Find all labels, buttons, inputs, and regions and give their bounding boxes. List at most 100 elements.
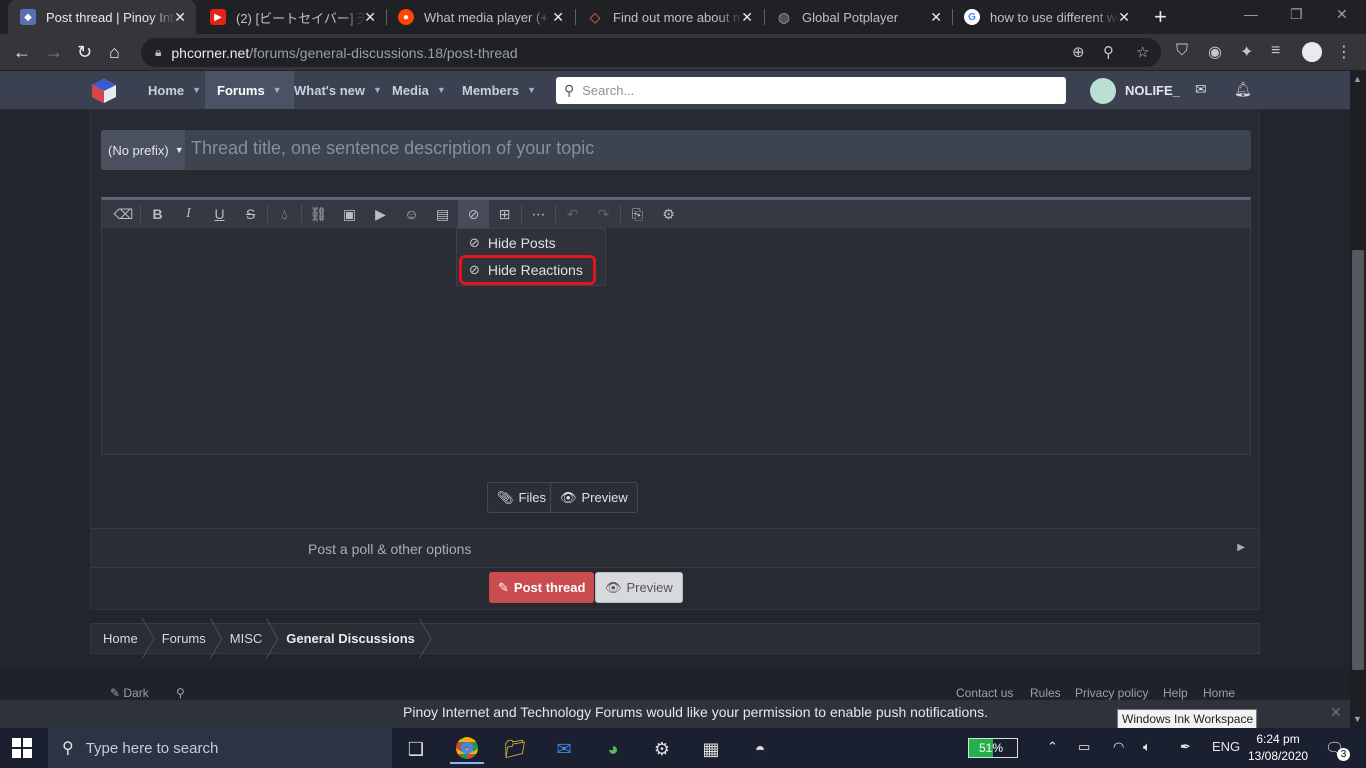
hide-eye-icon[interactable]: ⊘ [458, 200, 489, 228]
poll-options-row[interactable]: Post a poll & other options ▶ [91, 528, 1259, 568]
scroll-up-icon[interactable]: ▲ [1353, 74, 1362, 84]
redo-icon[interactable]: ↷ [588, 200, 619, 228]
close-window-icon[interactable]: ✕ [1336, 6, 1348, 23]
avatar[interactable] [1090, 78, 1116, 104]
editor-preview-button[interactable]: 👁︎ Preview [550, 482, 638, 513]
bold-icon[interactable]: B [142, 200, 173, 228]
phcorner-logo-icon[interactable] [90, 77, 118, 105]
settings-gear-icon[interactable]: ⚙ [645, 734, 679, 764]
language-indicator[interactable]: ENG [1212, 739, 1240, 754]
install-app-icon[interactable]: ⊕ [1072, 43, 1085, 61]
post-thread-button[interactable]: ✎ Post thread [489, 572, 595, 603]
new-tab-icon[interactable]: + [1154, 4, 1167, 30]
rich-text-editor[interactable]: ⌫ B I U S 💧︎ ⛓ ▣ ▶ ☺ ▤ ⊘ ⊞ ⋯ ↶ ↷ ⎘ ⚙ [101, 197, 1251, 455]
url-field[interactable]: 🔒︎ phcorner.net/forums/general-discussio… [141, 38, 1161, 67]
globe-app-icon[interactable]: ◕ [596, 734, 630, 764]
close-tab-icon[interactable]: ✕ [174, 9, 186, 26]
minimize-icon[interactable]: — [1244, 6, 1258, 22]
preview-button[interactable]: 👁︎ Preview [595, 572, 683, 603]
gif-icon[interactable]: ▤ [427, 200, 458, 228]
chrome-icon[interactable] [450, 734, 484, 764]
back-icon[interactable]: ← [13, 42, 31, 63]
calculator-icon[interactable]: ▦ [694, 734, 728, 764]
close-tab-icon[interactable]: ✕ [1118, 9, 1130, 26]
dark-style-toggle[interactable]: ✎ Dark [110, 686, 149, 700]
breadcrumb-general-discussions[interactable]: General Discussions [274, 623, 427, 654]
file-explorer-icon[interactable]: 📁︎ [498, 734, 532, 764]
link-icon[interactable]: ⛓ [303, 200, 334, 228]
envelope-icon[interactable]: ✉ [1195, 81, 1207, 98]
circle-extension-icon[interactable]: ◉ [1208, 42, 1222, 62]
zoom-icon[interactable]: ⚲ [1103, 43, 1114, 61]
close-tab-icon[interactable]: ✕ [364, 9, 376, 26]
strikethrough-icon[interactable]: S [235, 200, 266, 228]
nav-members[interactable]: Members ▼ [450, 71, 548, 109]
bookmark-star-icon[interactable]: ☆ [1136, 43, 1149, 61]
bell-icon[interactable]: 🔔︎ [1234, 81, 1252, 98]
close-icon[interactable]: ✕ [1330, 704, 1342, 721]
eraser-icon[interactable]: ⌫ [108, 200, 139, 228]
media-queue-icon[interactable]: ≡ [1271, 42, 1280, 60]
image-icon[interactable]: ▣ [334, 200, 365, 228]
video-icon[interactable]: ▶ [365, 200, 396, 228]
tab-find-out-more[interactable]: ◇ Find out more about media ✕ [575, 0, 763, 34]
breadcrumb-misc[interactable]: MISC [218, 623, 275, 654]
tab-youtube[interactable]: ▶ (2) [ビートセイバー] 天使光線 ✕ [198, 0, 386, 34]
scroll-down-icon[interactable]: ▼ [1353, 714, 1362, 724]
smiley-icon[interactable]: ☺ [396, 200, 427, 228]
breadcrumb-forums[interactable]: Forums [150, 623, 218, 654]
footer-link-contact[interactable]: Contact us [956, 686, 1013, 700]
gear-icon[interactable]: ⚙ [653, 200, 684, 228]
breadcrumb-home[interactable]: Home [91, 623, 150, 654]
clock[interactable]: 6:24 pm 13/08/2020 [1248, 731, 1308, 765]
more-options-icon[interactable]: ⋯ [523, 200, 554, 228]
footer-link-rules[interactable]: Rules [1030, 686, 1061, 700]
nav-whats-new[interactable]: What's new ▼ [282, 71, 394, 109]
taskbar-search-input[interactable]: ⚲ Type here to search [48, 728, 392, 768]
close-tab-icon[interactable]: ✕ [552, 9, 564, 26]
tab-post-thread[interactable]: ◆ Post thread | Pinoy Internet and Techn… [8, 0, 196, 34]
nav-forums[interactable]: Forums ▼ [205, 71, 294, 109]
wifi-icon[interactable]: ◠ [1113, 739, 1124, 755]
task-view-icon[interactable]: ❑ [399, 734, 433, 764]
gamepad-icon[interactable]: ◓ [743, 734, 777, 764]
username[interactable]: NOLIFE_ [1125, 83, 1180, 98]
table-icon[interactable]: ⊞ [489, 200, 520, 228]
close-tab-icon[interactable]: ✕ [930, 9, 942, 26]
pen-ink-icon[interactable]: ✒ [1180, 739, 1191, 755]
footer-link-home[interactable]: Home [1203, 686, 1235, 700]
shield-extension-icon[interactable]: ⛉ [1176, 42, 1188, 60]
menu-dots-icon[interactable]: ⋮ [1336, 42, 1352, 62]
battery-meter[interactable]: 51% [968, 738, 1018, 758]
close-tab-icon[interactable]: ✕ [741, 9, 753, 26]
restore-icon[interactable]: ❐ [1290, 6, 1303, 23]
footer-link-privacy[interactable]: Privacy policy [1075, 686, 1148, 700]
home-icon[interactable]: ⌂ [109, 42, 120, 63]
language-icon[interactable]: ⚲ [176, 686, 185, 700]
volume-icon[interactable]: 🔈︎ [1143, 739, 1151, 755]
nav-media[interactable]: Media ▼ [380, 71, 458, 109]
nav-home[interactable]: Home ▼ [136, 71, 213, 109]
italic-icon[interactable]: I [173, 200, 204, 228]
windows-start-icon[interactable] [12, 738, 32, 758]
mail-icon[interactable]: ✉ [547, 734, 581, 764]
tab-global-potplayer[interactable]: ◍ Global Potplayer ✕ [764, 0, 952, 34]
profile-avatar-icon[interactable] [1302, 42, 1322, 62]
footer-link-help[interactable]: Help [1163, 686, 1188, 700]
drafts-icon[interactable]: ⎘ [622, 200, 653, 228]
thread-title-input[interactable]: Thread title, one sentence description o… [191, 138, 594, 159]
forward-icon[interactable]: → [45, 42, 63, 63]
scrollbar-thumb[interactable] [1352, 250, 1364, 670]
undo-icon[interactable]: ↶ [557, 200, 588, 228]
color-drop-icon[interactable]: 💧︎ [269, 200, 300, 228]
tab-reddit[interactable]: ● What media player (+ add ✕ [386, 0, 574, 34]
site-search-input[interactable]: ⚲ Search... [556, 77, 1066, 104]
puzzle-extensions-icon[interactable]: ✦ [1240, 42, 1253, 62]
attach-files-button[interactable]: 📎︎ Files [487, 482, 556, 513]
menu-item-hide-posts[interactable]: ⊘ Hide Posts [469, 235, 556, 251]
underline-icon[interactable]: U [204, 200, 235, 228]
chevron-up-icon[interactable]: ⌃ [1047, 739, 1058, 755]
battery-icon[interactable]: ▭ [1078, 739, 1090, 755]
reload-icon[interactable]: ↻ [77, 42, 92, 63]
tab-google-search[interactable]: G how to use different windows ✕ [952, 0, 1140, 34]
